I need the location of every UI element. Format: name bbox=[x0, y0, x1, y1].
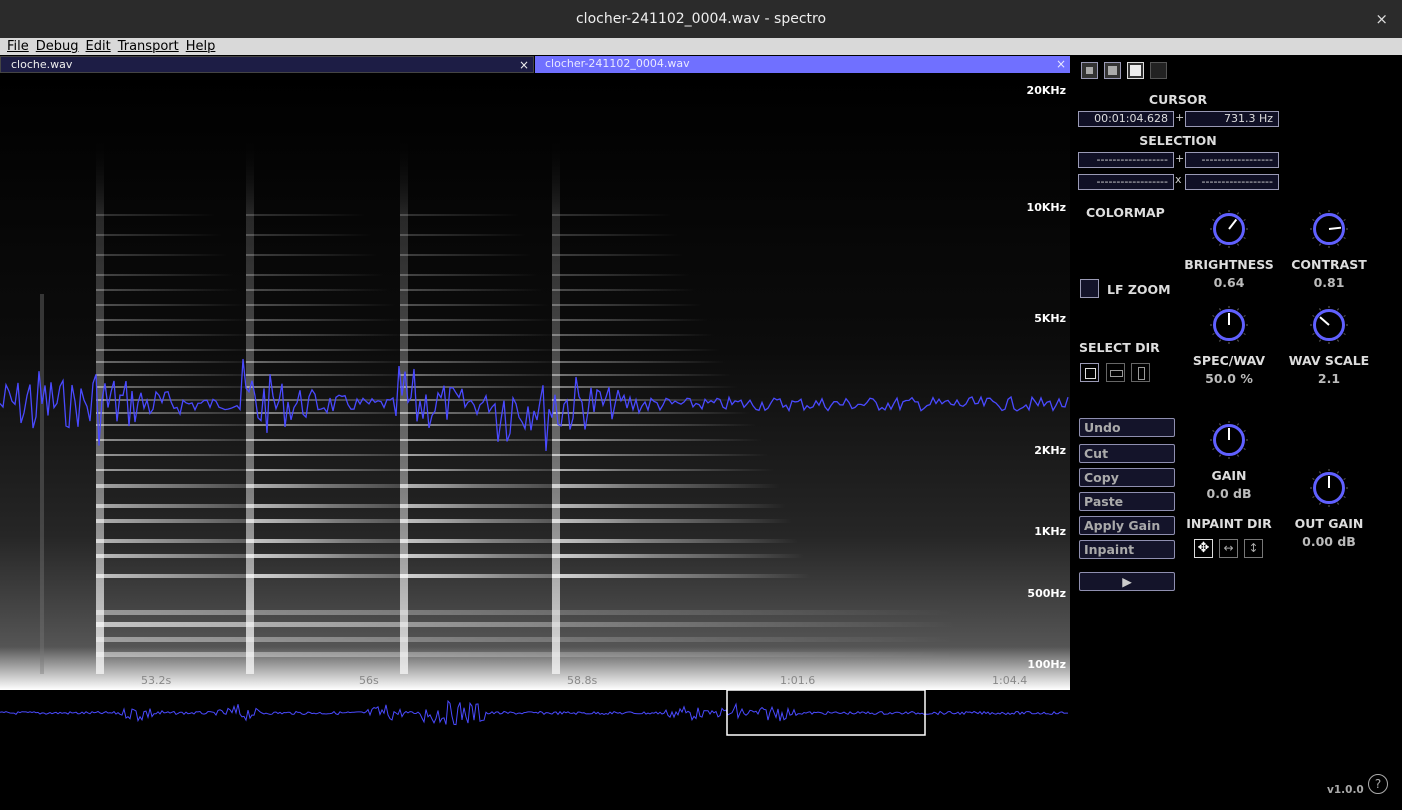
tab-label: cloche.wav bbox=[11, 58, 73, 71]
inpaint-dir-horizontal-icon[interactable]: ↔ bbox=[1219, 539, 1238, 558]
cursor-time-field: 00:01:04.628 bbox=[1078, 111, 1174, 127]
menu-debug[interactable]: Debug bbox=[36, 39, 79, 54]
cursor-plus: + bbox=[1175, 111, 1185, 124]
inpaint-dir-both-icon[interactable]: ✥ bbox=[1194, 539, 1213, 558]
window-titlebar: clocher-241102_0004.wav - spectro × bbox=[0, 0, 1402, 38]
cursor-title: CURSOR bbox=[1148, 92, 1208, 107]
time-axis-label: 58.8s bbox=[567, 674, 598, 687]
copy-button[interactable]: Copy bbox=[1079, 468, 1175, 487]
menu-bar: File Debug Edit Transport Help bbox=[0, 38, 1402, 55]
tab-label: clocher-241102_0004.wav bbox=[545, 57, 690, 70]
menu-file[interactable]: File bbox=[7, 39, 29, 54]
inpaint-button[interactable]: Inpaint bbox=[1079, 540, 1175, 559]
wav-scale-value: 2.1 bbox=[1317, 371, 1341, 386]
selection-start-freq[interactable]: ------------------ bbox=[1185, 152, 1279, 168]
wav-scale-label: WAV SCALE bbox=[1288, 353, 1370, 368]
freq-axis-label: 20KHz bbox=[1026, 84, 1066, 97]
time-axis-label: 1:01.6 bbox=[780, 674, 816, 687]
select-dir-horizontal-button[interactable] bbox=[1106, 363, 1125, 382]
freq-axis-label: 2KHz bbox=[1034, 444, 1066, 457]
view-mode-2-button[interactable] bbox=[1104, 62, 1121, 79]
contrast-value: 0.81 bbox=[1313, 275, 1345, 290]
undo-button[interactable]: Undo bbox=[1079, 418, 1175, 437]
colormap-label: COLORMAP bbox=[1086, 205, 1165, 220]
out-gain-label: OUT GAIN bbox=[1294, 516, 1364, 531]
spec-wav-knob[interactable] bbox=[1210, 306, 1248, 344]
inpaint-dir-label: INPAINT DIR bbox=[1186, 516, 1272, 531]
gain-label: GAIN bbox=[1211, 468, 1247, 483]
play-icon: ▶ bbox=[1122, 574, 1132, 589]
selection-end-freq[interactable]: ------------------ bbox=[1185, 174, 1279, 190]
view-mode-4-button[interactable] bbox=[1150, 62, 1167, 79]
window-title: clocher-241102_0004.wav - spectro bbox=[575, 11, 827, 27]
control-panel: CURSOR 00:01:04.628 + 731.3 Hz SELECTION… bbox=[1070, 56, 1402, 806]
apply-gain-button[interactable]: Apply Gain bbox=[1079, 516, 1175, 535]
selection-end-time[interactable]: ------------------ bbox=[1078, 174, 1174, 190]
brightness-value: 0.64 bbox=[1213, 275, 1245, 290]
out-gain-knob[interactable] bbox=[1310, 469, 1348, 507]
time-axis-label: 56s bbox=[359, 674, 379, 687]
view-mode-3-button[interactable] bbox=[1127, 62, 1144, 79]
out-gain-value: 0.00 dB bbox=[1302, 534, 1356, 549]
tab-close-icon[interactable]: × bbox=[519, 57, 529, 73]
paste-button[interactable]: Paste bbox=[1079, 492, 1175, 511]
time-axis-label: 53.2s bbox=[141, 674, 172, 687]
freq-axis-label: 1KHz bbox=[1034, 525, 1066, 538]
spectrogram-image bbox=[0, 74, 1070, 690]
inpaint-dir-vertical-icon[interactable]: ↕ bbox=[1244, 539, 1263, 558]
tab-clocher[interactable]: clocher-241102_0004.wav × bbox=[535, 56, 1070, 73]
select-dir-label: SELECT DIR bbox=[1079, 340, 1160, 355]
selection-start-time[interactable]: ------------------ bbox=[1078, 152, 1174, 168]
gain-value: 0.0 dB bbox=[1206, 486, 1252, 501]
file-tabs: cloche.wav × clocher-241102_0004.wav × bbox=[0, 56, 1070, 73]
wav-scale-knob[interactable] bbox=[1310, 306, 1348, 344]
brightness-knob[interactable] bbox=[1210, 210, 1248, 248]
tab-close-icon[interactable]: × bbox=[1056, 56, 1066, 72]
lf-zoom-label: LF ZOOM bbox=[1107, 282, 1171, 297]
overview-waveform[interactable] bbox=[0, 689, 1070, 806]
select-dir-both-button[interactable] bbox=[1080, 363, 1099, 382]
spec-wav-label: SPEC/WAV bbox=[1192, 353, 1266, 368]
freq-axis-label: 100Hz bbox=[1027, 658, 1066, 671]
gain-knob[interactable] bbox=[1210, 421, 1248, 459]
window-close-button[interactable]: × bbox=[1375, 10, 1388, 28]
time-axis-label: 1:04.4 bbox=[992, 674, 1028, 687]
cut-button[interactable]: Cut bbox=[1079, 444, 1175, 463]
version-label: v1.0.0 bbox=[1327, 784, 1364, 796]
view-mode-1-button[interactable] bbox=[1081, 62, 1098, 79]
cursor-freq-field: 731.3 Hz bbox=[1185, 111, 1279, 127]
contrast-knob[interactable] bbox=[1310, 210, 1348, 248]
freq-axis-label: 10KHz bbox=[1026, 201, 1066, 214]
brightness-label: BRIGHTNESS bbox=[1184, 257, 1274, 272]
selection-times: x bbox=[1175, 173, 1182, 186]
contrast-label: CONTRAST bbox=[1291, 257, 1367, 272]
overview-image bbox=[0, 689, 1068, 736]
tab-cloche[interactable]: cloche.wav × bbox=[0, 56, 534, 73]
selection-title: SELECTION bbox=[1139, 133, 1217, 148]
menu-edit[interactable]: Edit bbox=[86, 39, 111, 54]
spectrogram-view[interactable]: 20KHz 10KHz 5KHz 2KHz 1KHz 500Hz 100Hz 53.2s 56… bbox=[0, 74, 1070, 690]
selection-plus: + bbox=[1175, 152, 1185, 165]
freq-axis-label: 5KHz bbox=[1034, 312, 1066, 325]
play-button[interactable]: ▶ bbox=[1079, 572, 1175, 591]
menu-help[interactable]: Help bbox=[186, 39, 216, 54]
help-icon[interactable]: ? bbox=[1368, 774, 1388, 794]
menu-transport[interactable]: Transport bbox=[118, 39, 179, 54]
spec-wav-value: 50.0 % bbox=[1205, 371, 1253, 386]
freq-axis-label: 500Hz bbox=[1027, 587, 1066, 600]
select-dir-vertical-button[interactable] bbox=[1131, 363, 1150, 382]
lf-zoom-checkbox[interactable] bbox=[1080, 279, 1099, 298]
